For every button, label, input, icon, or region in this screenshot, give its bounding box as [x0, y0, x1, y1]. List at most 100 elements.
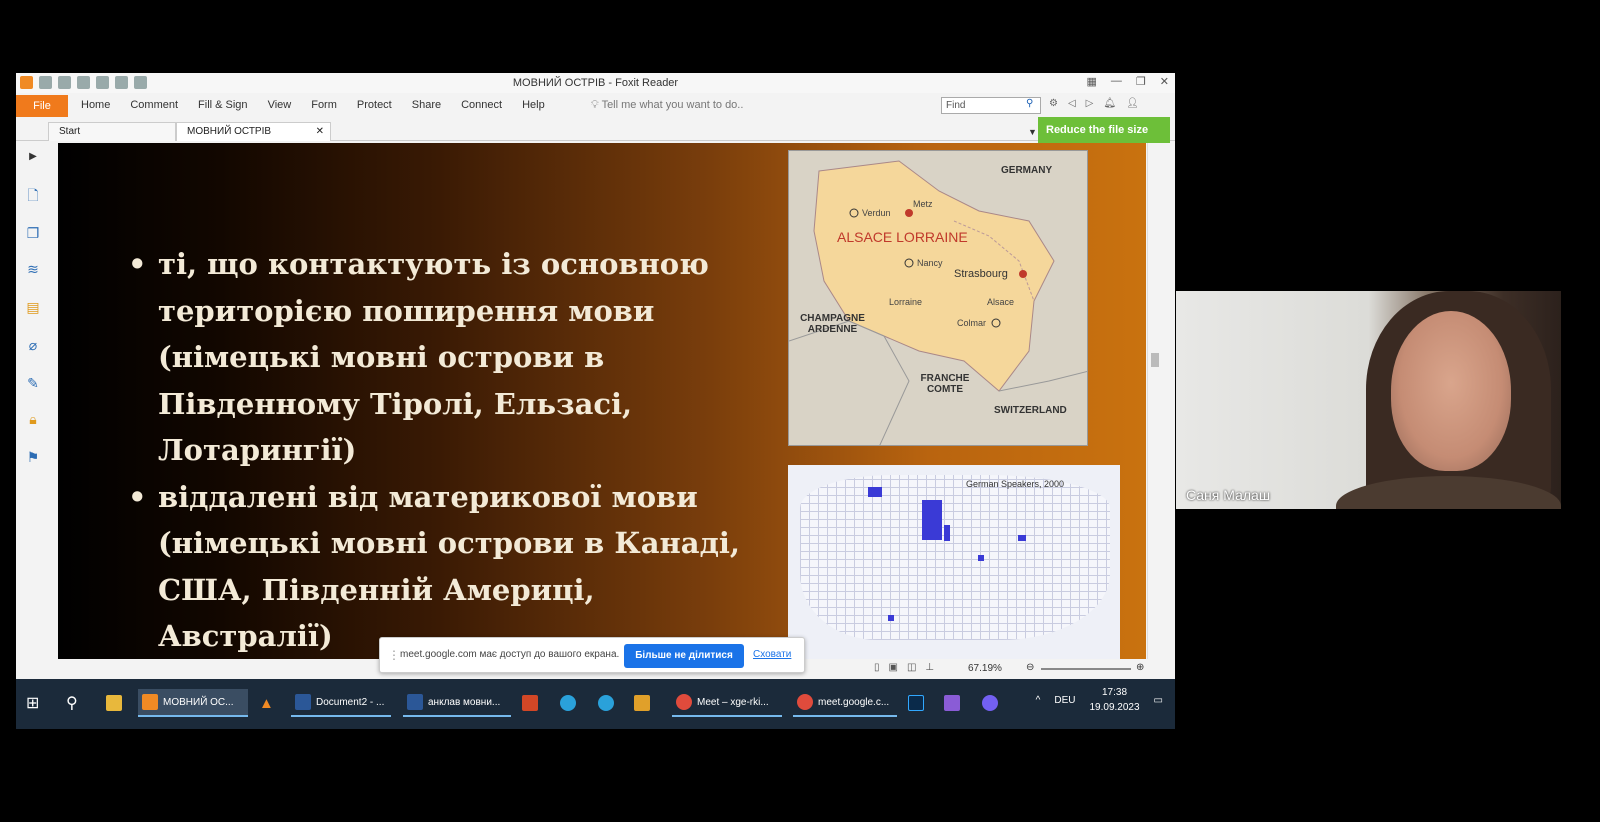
map-label-nancy: Nancy — [917, 258, 943, 268]
pages-icon[interactable]: ❐ — [25, 225, 41, 241]
minimize-icon[interactable]: — — [1111, 75, 1122, 88]
app-icon[interactable] — [634, 689, 650, 717]
file-menu[interactable]: File — [16, 95, 68, 117]
word-icon — [295, 694, 311, 710]
nav-icons: ⚙ ◁ ▷ 🔔︎ 👤︎ — [1049, 98, 1139, 109]
tell-me-input[interactable]: 💡︎ Tell me what you want to do.. — [591, 99, 743, 112]
split-view-icon[interactable]: ⊥ — [925, 662, 934, 673]
speaker-cluster — [944, 525, 950, 541]
file-explorer-icon[interactable] — [106, 689, 122, 717]
taskbar-foxit[interactable]: МОВНИЙ ОС... — [138, 689, 248, 717]
zoom-out-icon[interactable]: ⊖ — [1026, 662, 1034, 673]
facing-page-icon[interactable]: ◫ — [907, 662, 916, 673]
map-label-region: ALSACE LORRAINE — [837, 229, 968, 245]
ribbon-toggle-icon[interactable]: ▦ — [1087, 75, 1097, 88]
start-icon[interactable]: ⊞ — [26, 689, 39, 717]
single-page-icon[interactable]: ▯ — [874, 662, 880, 673]
map-label-verdun: Verdun — [862, 208, 891, 218]
view-mode-icons: ▯ ▣ ◫ ⊥ — [874, 662, 934, 673]
taskbar-chrome-meet[interactable]: Meet – xge-rki... — [672, 689, 782, 717]
close-icon[interactable]: ✕ — [1160, 75, 1169, 88]
map-label-metz: Metz — [913, 199, 933, 209]
close-tab-icon[interactable]: ✕ — [316, 126, 324, 137]
ribbon-menu: File Home Comment Fill & Sign View Form … — [16, 95, 1175, 117]
menu-protect[interactable]: Protect — [357, 99, 392, 111]
telegram-icon[interactable] — [598, 689, 614, 717]
menu-view[interactable]: View — [268, 99, 292, 111]
share-message: meet.google.com має доступ до вашого екр… — [400, 649, 620, 660]
tab-start[interactable]: Start — [48, 122, 176, 141]
clock-time: 17:38 — [1102, 687, 1128, 698]
app-icon[interactable] — [944, 689, 960, 717]
destinations-icon[interactable]: ⚑ — [25, 449, 41, 465]
prev-icon[interactable]: ◁ — [1068, 98, 1076, 109]
drag-handle-icon[interactable]: ⋮ — [388, 648, 400, 662]
window-title: МОВНИЙ ОСТРІВ - Foxit Reader — [512, 77, 679, 89]
chrome-icon — [797, 694, 813, 710]
comments-icon[interactable]: ▤ — [25, 299, 41, 315]
speaker-cluster — [868, 487, 882, 497]
menu-fill-sign[interactable]: Fill & Sign — [198, 99, 248, 111]
language-indicator[interactable]: DEU — [1054, 695, 1075, 706]
viber-icon[interactable] — [982, 689, 998, 717]
menu-help[interactable]: Help — [522, 99, 545, 111]
settings-icon[interactable]: ⚙ — [1049, 98, 1058, 109]
restore-icon[interactable]: ❐ — [1136, 75, 1146, 88]
participant-video: Саня Малаш — [1176, 291, 1561, 509]
taskbar-word-enclave[interactable]: анклав мовни... — [403, 689, 511, 717]
system-tray: ^ DEU 17:38 19.09.2023 ▭ — [1036, 685, 1163, 715]
continuous-page-icon[interactable]: ▣ — [889, 662, 898, 673]
participant-name: Саня Малаш — [1186, 487, 1271, 503]
map-label-colmar: Colmar — [957, 318, 987, 328]
bullet-contact: ті, що контактують із основною територіє… — [128, 241, 778, 474]
chevron-up-icon[interactable]: ^ — [1036, 695, 1041, 706]
search-taskbar-icon[interactable]: ⚲ — [66, 689, 78, 717]
telegram-icon[interactable] — [560, 689, 576, 717]
vlc-icon[interactable]: ▲ — [259, 689, 274, 717]
powerpoint-icon[interactable] — [522, 689, 538, 717]
zoom-in-icon[interactable]: ⊕ — [1136, 662, 1144, 673]
tabs-dropdown-icon[interactable]: ▼ — [1028, 127, 1037, 137]
zoom-level[interactable]: 67.19% — [968, 663, 1002, 674]
map2-title: German Speakers, 2000 — [966, 479, 1065, 489]
speaker-cluster — [922, 500, 942, 540]
photoshop-icon[interactable] — [908, 689, 924, 717]
reduce-file-size-button[interactable]: Reduce the file size — [1038, 117, 1170, 143]
user-icon[interactable]: 👤︎ — [1126, 98, 1139, 109]
menu-form[interactable]: Form — [311, 99, 337, 111]
search-icon[interactable]: ⚲ — [1026, 98, 1033, 109]
tab-document[interactable]: МОВНИЙ ОСТРІВ ✕ — [176, 122, 331, 141]
attachments-icon[interactable]: ⌀ — [25, 337, 41, 353]
hide-link[interactable]: Сховати — [753, 649, 791, 660]
security-icon[interactable]: 🔒︎ — [25, 411, 41, 427]
signature-icon[interactable]: ✎ — [25, 375, 41, 391]
notification-icon[interactable]: ▭ — [1154, 695, 1163, 706]
expand-panel-icon[interactable]: ▶ — [25, 149, 41, 165]
chrome-icon — [676, 694, 692, 710]
screen-share-bar: ⋮ meet.google.com має доступ до вашого е… — [379, 637, 805, 673]
stop-sharing-button[interactable]: Більше не ділитися — [624, 644, 744, 668]
foxit-reader-window: МОВНИЙ ОСТРІВ - Foxit Reader ▦ — ❐ ✕ Fil… — [16, 73, 1175, 729]
layers-icon[interactable]: ≋ — [25, 261, 41, 277]
next-icon[interactable]: ▷ — [1086, 98, 1094, 109]
word-icon — [407, 694, 423, 710]
german-speakers-map: German Speakers, 2000 — [788, 465, 1120, 665]
bell-icon[interactable]: 🔔︎ — [1103, 98, 1116, 109]
bookmark-icon[interactable]: 🗋︎ — [25, 187, 41, 203]
speaker-cluster — [1018, 535, 1026, 541]
speaker-cluster — [978, 555, 984, 561]
menu-comment[interactable]: Comment — [130, 99, 178, 111]
menu-home[interactable]: Home — [81, 99, 110, 111]
map-label-franche-comte: FRANCHE COMTE — [920, 373, 970, 395]
menu-connect[interactable]: Connect — [461, 99, 502, 111]
document-tabs: Start МОВНИЙ ОСТРІВ ✕ — [16, 121, 1175, 141]
scrollbar-thumb[interactable] — [1151, 353, 1159, 367]
vertical-scrollbar[interactable] — [1147, 143, 1161, 659]
title-bar: МОВНИЙ ОСТРІВ - Foxit Reader ▦ — ❐ ✕ — [16, 73, 1175, 93]
taskbar-chrome-meet2[interactable]: meet.google.c... — [793, 689, 897, 717]
taskbar-word-document2[interactable]: Document2 - ... — [291, 689, 391, 717]
clock[interactable]: 17:38 19.09.2023 — [1089, 685, 1139, 715]
menu-share[interactable]: Share — [412, 99, 441, 111]
map-label-lorraine: Lorraine — [889, 297, 923, 307]
zoom-slider[interactable] — [1041, 668, 1131, 670]
